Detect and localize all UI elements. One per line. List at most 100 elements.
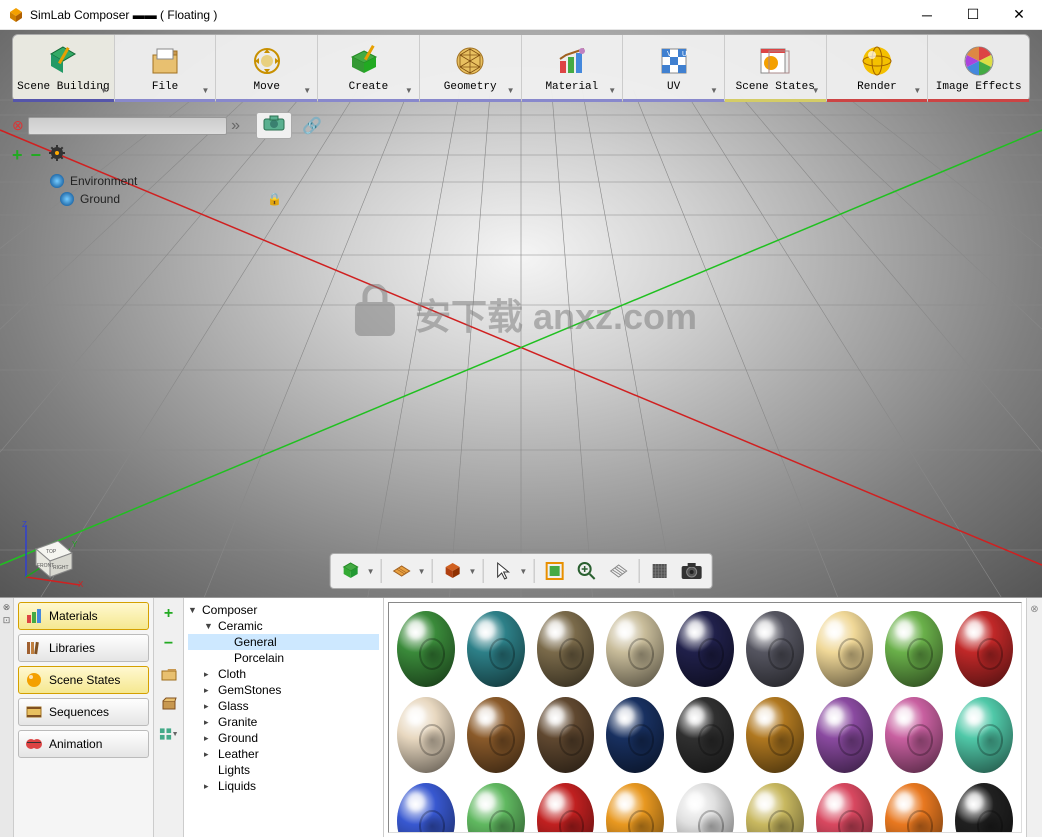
- scene-building-icon: [45, 43, 81, 79]
- texture-button[interactable]: [645, 557, 673, 585]
- material-swatch[interactable]: [816, 783, 874, 833]
- scroll-close-icon[interactable]: ⊗: [1030, 604, 1038, 615]
- panel-dock-mini-icon[interactable]: ⊡: [3, 615, 11, 626]
- tab-animation[interactable]: Animation: [18, 730, 149, 758]
- view-cube[interactable]: Z X Y TOP FRONT RIGHT: [18, 519, 88, 589]
- svg-text:X: X: [78, 580, 84, 589]
- grid-button[interactable]: [388, 557, 416, 585]
- material-swatch[interactable]: [537, 783, 595, 833]
- libraries-tab-icon: [25, 639, 43, 657]
- tree-node-general[interactable]: General: [188, 634, 379, 650]
- camera-icon[interactable]: [256, 112, 292, 139]
- material-swatch[interactable]: [816, 611, 874, 687]
- grid-toggle-button[interactable]: [604, 557, 632, 585]
- maximize-button[interactable]: ☐: [950, 0, 996, 30]
- close-search-icon[interactable]: ⊗: [12, 117, 24, 134]
- material-swatch[interactable]: [606, 611, 664, 687]
- box-icon[interactable]: [159, 694, 179, 714]
- window-title: SimLab Composer ▬▬ ( Floating ): [30, 8, 904, 22]
- toolbar-render[interactable]: Render▼: [827, 35, 929, 101]
- svg-text:TOP: TOP: [46, 549, 57, 555]
- tree-node-gemstones[interactable]: ▸GemStones: [188, 682, 379, 698]
- titlebar: SimLab Composer ▬▬ ( Floating ) ─ ☐ ✕: [0, 0, 1042, 30]
- remove-icon[interactable]: −: [31, 145, 42, 166]
- toolbar-material[interactable]: Material▼: [522, 35, 624, 101]
- tab-materials[interactable]: Materials: [18, 602, 149, 630]
- left-tabs: Materials Libraries Scene States Sequenc…: [14, 598, 154, 837]
- shade-button[interactable]: [439, 557, 467, 585]
- material-swatch[interactable]: [397, 783, 455, 833]
- material-swatch[interactable]: [606, 783, 664, 833]
- snapshot-button[interactable]: [677, 557, 705, 585]
- tree-root[interactable]: ▼Composer: [188, 602, 379, 618]
- tree-node-lights[interactable]: Lights: [188, 762, 379, 778]
- zoom-button[interactable]: [572, 557, 600, 585]
- tree-node-ceramic[interactable]: ▼Ceramic: [188, 618, 379, 634]
- folder-icon[interactable]: [159, 664, 179, 684]
- add-button[interactable]: +: [159, 604, 179, 624]
- material-swatch[interactable]: [885, 697, 943, 773]
- scene-tree-environment[interactable]: Environment: [12, 172, 322, 190]
- toolbar-image-effects[interactable]: Image Effects: [928, 35, 1029, 101]
- material-swatch[interactable]: [397, 697, 455, 773]
- tree-node-leather[interactable]: ▸Leather: [188, 746, 379, 762]
- panel-close-mini-icon[interactable]: ⊗: [3, 602, 11, 613]
- globe-icon: [60, 192, 74, 206]
- watermark: 安下载 anxz.com: [345, 284, 697, 344]
- view-mode-button[interactable]: [337, 557, 365, 585]
- material-swatch[interactable]: [816, 697, 874, 773]
- material-swatch[interactable]: [397, 611, 455, 687]
- search-input[interactable]: [28, 117, 227, 135]
- material-swatch[interactable]: [955, 611, 1013, 687]
- main-toolbar: Scene Building▼ File▼ Move▼ Create▼ Geom…: [12, 34, 1030, 102]
- toolbar-scene-building[interactable]: Scene Building▼: [13, 35, 115, 101]
- frame-button[interactable]: [540, 557, 568, 585]
- material-swatch[interactable]: [746, 697, 804, 773]
- scene-tree-ground[interactable]: Ground 🔒: [12, 190, 322, 208]
- material-swatch[interactable]: [537, 611, 595, 687]
- tab-scene-states[interactable]: Scene States: [18, 666, 149, 694]
- svg-text:V: V: [667, 51, 672, 58]
- material-swatch[interactable]: [676, 611, 734, 687]
- toolbar-geometry[interactable]: Geometry▼: [420, 35, 522, 101]
- toolbar-scene-states[interactable]: Scene States▼: [725, 35, 827, 101]
- tree-node-cloth[interactable]: ▸Cloth: [188, 666, 379, 682]
- toolbar-file[interactable]: File▼: [115, 35, 217, 101]
- tree-node-porcelain[interactable]: Porcelain: [188, 650, 379, 666]
- remove-button[interactable]: −: [159, 634, 179, 654]
- material-swatch[interactable]: [746, 611, 804, 687]
- tab-sequences[interactable]: Sequences: [18, 698, 149, 726]
- material-swatch[interactable]: [746, 783, 804, 833]
- svg-text:Y: Y: [72, 540, 78, 549]
- toolbar-move[interactable]: Move▼: [216, 35, 318, 101]
- link-icon[interactable]: 🔗: [302, 116, 322, 136]
- tree-node-liquids[interactable]: ▸Liquids: [188, 778, 379, 794]
- lock-icon[interactable]: 🔒: [267, 192, 282, 206]
- tree-node-ground[interactable]: ▸Ground: [188, 730, 379, 746]
- material-swatch[interactable]: [467, 697, 525, 773]
- minimize-button[interactable]: ─: [904, 0, 950, 30]
- material-swatch[interactable]: [467, 611, 525, 687]
- app-icon: [8, 7, 24, 23]
- gear-icon[interactable]: [49, 145, 65, 166]
- material-swatch[interactable]: [885, 611, 943, 687]
- material-swatch[interactable]: [955, 783, 1013, 833]
- toolbar-create[interactable]: Create▼: [318, 35, 420, 101]
- toolbar-uv[interactable]: VU UV▼: [623, 35, 725, 101]
- material-swatch[interactable]: [955, 697, 1013, 773]
- add-icon[interactable]: +: [12, 145, 23, 166]
- grid-icon[interactable]: ▼: [159, 724, 179, 744]
- tree-node-glass[interactable]: ▸Glass: [188, 698, 379, 714]
- material-swatch[interactable]: [676, 783, 734, 833]
- material-swatch[interactable]: [676, 697, 734, 773]
- cursor-button[interactable]: [489, 557, 517, 585]
- material-swatch[interactable]: [606, 697, 664, 773]
- image-effects-icon: [961, 43, 997, 79]
- tree-node-granite[interactable]: ▸Granite: [188, 714, 379, 730]
- tab-libraries[interactable]: Libraries: [18, 634, 149, 662]
- material-swatch[interactable]: [537, 697, 595, 773]
- expand-icon[interactable]: »: [231, 117, 240, 135]
- material-swatch[interactable]: [467, 783, 525, 833]
- close-button[interactable]: ✕: [996, 0, 1042, 30]
- material-swatch[interactable]: [885, 783, 943, 833]
